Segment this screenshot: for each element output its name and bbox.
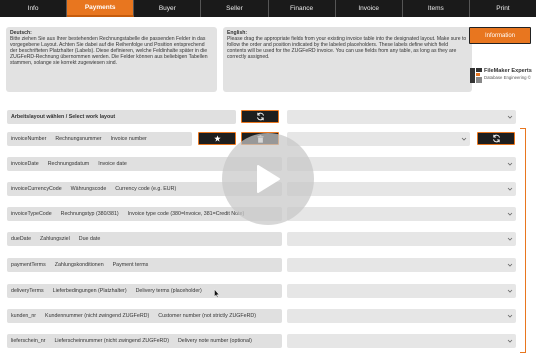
- field-label-de: Rechnungsdatum: [47, 161, 90, 167]
- select-work-layout-text: Arbeitslayout wählen / Select work layou…: [11, 114, 116, 120]
- invoice-number-dropdown[interactable]: [287, 132, 470, 146]
- currency-code-dropdown[interactable]: [287, 182, 516, 196]
- layout-refresh-button[interactable]: [241, 110, 279, 123]
- tab-seller[interactable]: Seller: [201, 0, 269, 17]
- video-play-button[interactable]: [222, 133, 314, 225]
- tab-buyer[interactable]: Buyer: [134, 0, 202, 17]
- field-name: invoiceCurrencyCode: [11, 186, 62, 192]
- field-label-de: Rechnungstyp (380/381): [60, 211, 119, 217]
- chevron-down-icon: [507, 339, 513, 343]
- field-label-de: Zahlungskonditionen: [54, 262, 104, 268]
- row-delivery-note-label: lieferschein_nr Lieferscheinnummer (nich…: [7, 334, 282, 348]
- help-german-text: Bitte ziehen Sie aus Ihrer bestehenden R…: [10, 36, 208, 67]
- field-name: invoiceDate: [11, 161, 39, 167]
- chevron-down-icon: [461, 137, 467, 141]
- star-icon: [213, 135, 221, 142]
- field-label-de: Währungscode: [70, 186, 107, 192]
- field-group-bracket: [520, 128, 526, 353]
- invoice-date-dropdown[interactable]: [287, 157, 516, 171]
- delivery-terms-dropdown[interactable]: [287, 284, 516, 298]
- tab-items[interactable]: Items: [403, 0, 470, 17]
- field-label-en: Due date: [78, 236, 101, 242]
- favorite-button[interactable]: [198, 132, 236, 145]
- information-button[interactable]: Information: [469, 27, 531, 44]
- refresh-icon: [256, 112, 264, 121]
- field-label-de: Lieferscheinnummer (nicht zwingend ZUGFe…: [54, 338, 169, 344]
- field-name: invoiceTypeCode: [11, 211, 52, 217]
- field-label-en: Payment terms: [112, 262, 149, 268]
- field-label-en: Invoice number: [110, 136, 147, 142]
- tab-bar: Info Payments Buyer Seller Finance Invoi…: [0, 0, 536, 17]
- help-english-text: Please drag the appropriate fields from …: [227, 36, 467, 61]
- field-label-de: Kundennummer (nicht zwingend ZUGFeRD): [45, 313, 150, 319]
- field-name: dueDate: [11, 236, 32, 242]
- tab-info[interactable]: Info: [0, 0, 68, 17]
- filemaker-experts-logo: FileMaker Experts Database Engineering ©: [470, 66, 532, 86]
- field-label-en: Invoice type code (380=Invoice, 381=Cred…: [127, 211, 245, 217]
- due-date-dropdown[interactable]: [287, 232, 516, 246]
- chevron-down-icon: [507, 162, 513, 166]
- logo-subtitle: Database Engineering ©: [484, 75, 531, 80]
- tab-print[interactable]: Print: [470, 0, 536, 17]
- field-refresh-button[interactable]: [477, 132, 515, 145]
- field-label-en: Delivery note number (optional): [177, 338, 252, 344]
- payment-terms-dropdown[interactable]: [287, 258, 516, 272]
- row-payment-terms-label: paymentTerms Zahlungskonditionen Payment…: [7, 258, 282, 272]
- help-panel-english: English: Please drag the appropriate fie…: [223, 27, 472, 92]
- field-name: kunden_nr: [11, 313, 37, 319]
- row-due-date-label: dueDate Zahlungsziel Due date: [7, 232, 282, 246]
- type-code-dropdown[interactable]: [287, 207, 516, 221]
- field-label-de: Zahlungsziel: [40, 236, 70, 242]
- chevron-down-icon: [507, 289, 513, 293]
- field-name: invoiceNumber: [11, 136, 47, 142]
- field-name: deliveryTerms: [11, 288, 44, 294]
- play-icon: [257, 165, 280, 193]
- chevron-down-icon: [507, 314, 513, 318]
- field-name: paymentTerms: [11, 262, 46, 268]
- row-delivery-terms-label: deliveryTerms Lieferbedingungen (Platzha…: [7, 284, 282, 298]
- field-name: lieferschein_nr: [11, 338, 46, 344]
- chevron-down-icon: [507, 237, 513, 241]
- chevron-down-icon: [507, 115, 513, 119]
- logo-icon: [470, 68, 482, 83]
- chevron-down-icon: [507, 212, 513, 216]
- help-panel-german: Deutsch: Bitte ziehen Sie aus Ihrer best…: [6, 27, 217, 92]
- field-label-en: Customer number (not strictly ZUGFeRD): [158, 313, 256, 319]
- chevron-down-icon: [507, 263, 513, 267]
- logo-name: FileMaker Experts: [484, 68, 532, 74]
- delivery-note-dropdown[interactable]: [287, 334, 516, 348]
- tab-payments[interactable]: Payments: [67, 0, 135, 17]
- select-work-layout-label: Arbeitslayout wählen / Select work layou…: [7, 110, 236, 124]
- row-invoice-number-label: invoiceNumber Rechnungsnummer Invoice nu…: [7, 132, 192, 146]
- field-label-de: Rechnungsnummer: [55, 136, 102, 142]
- field-label-de: Lieferbedingungen (Platzhalter): [52, 288, 127, 294]
- mouse-cursor-icon: [214, 289, 220, 298]
- refresh-icon: [492, 134, 500, 143]
- field-label-en: Delivery terms (placeholder): [135, 288, 202, 294]
- field-label-en: Invoice date: [98, 161, 127, 167]
- tab-finance[interactable]: Finance: [269, 0, 336, 17]
- customer-number-dropdown[interactable]: [287, 309, 516, 323]
- tab-invoice[interactable]: Invoice: [336, 0, 403, 17]
- field-label-en: Currency code (e.g. EUR): [115, 186, 177, 192]
- chevron-down-icon: [507, 187, 513, 191]
- layout-dropdown[interactable]: [287, 110, 516, 124]
- row-customer-number-label: kunden_nr Kundennummer (nicht zwingend Z…: [7, 309, 282, 323]
